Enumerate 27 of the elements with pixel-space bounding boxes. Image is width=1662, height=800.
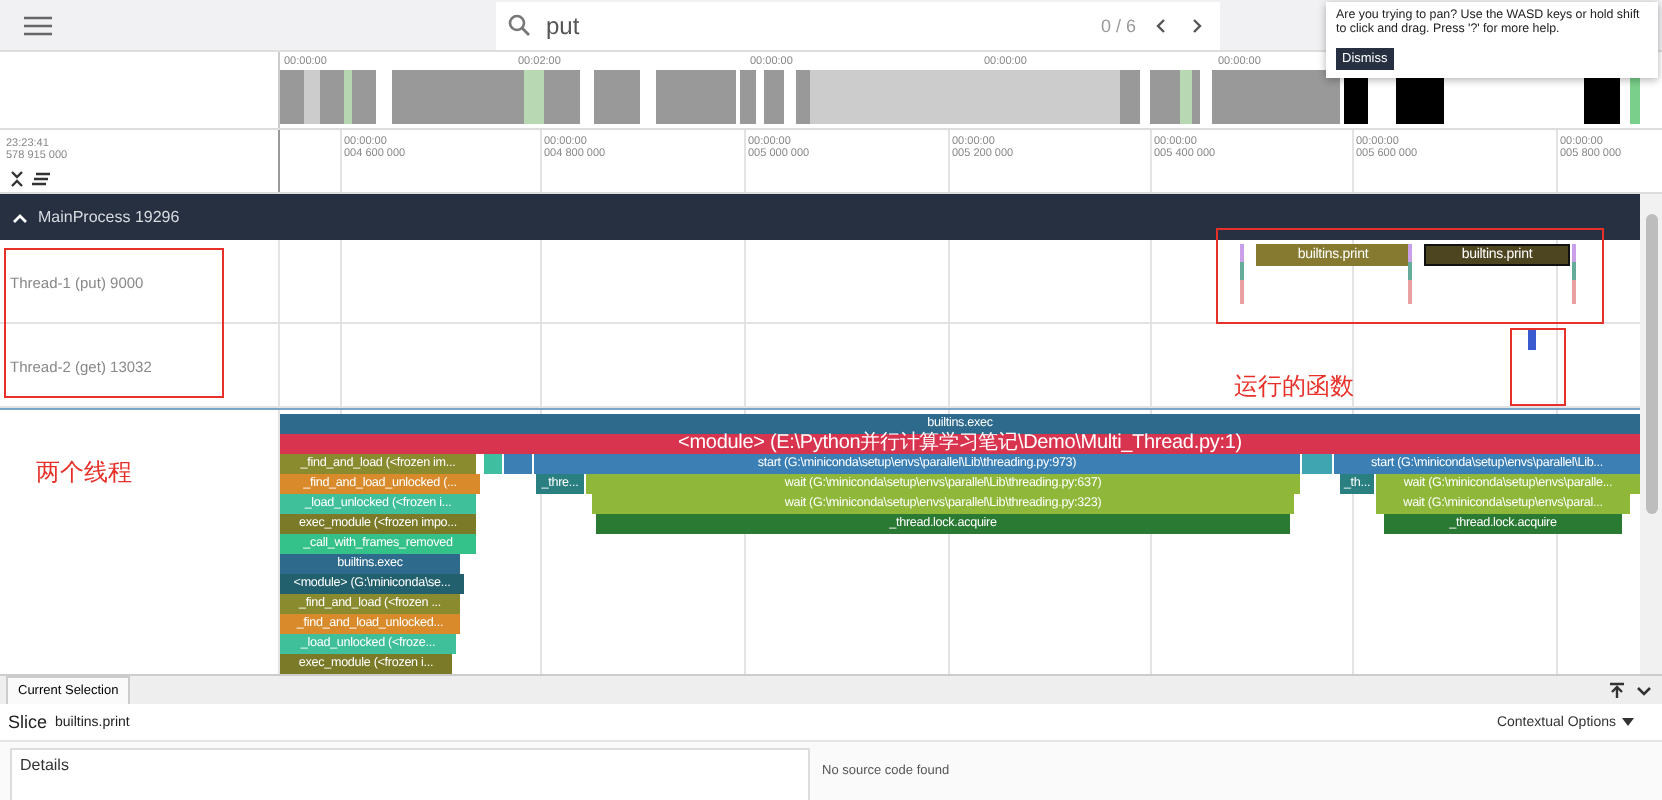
match-count: 0 / 6 [1100,15,1136,35]
annotation-text: 两个线程 [36,456,132,490]
scrollbar[interactable] [1640,194,1662,674]
list-icon[interactable] [32,170,50,188]
slice-marker [1240,244,1244,304]
search-input[interactable]: put [542,9,1089,41]
process-header[interactable]: MainProcess 19296 [0,194,1640,240]
chevron-right-icon [1189,17,1203,33]
slice-marker[interactable] [484,454,502,474]
details-heading: Details [20,756,69,774]
annotation-text: 运行的函数 [1234,370,1354,404]
search-field[interactable]: put 0 / 6 [496,1,1220,49]
slice-marker [1572,244,1576,304]
slice[interactable]: <module> (E:\Python并行计算学习笔记\Demo\Multi_Thread.py:1) [280,434,1640,454]
slice-marker[interactable] [1302,454,1332,474]
caret-icon [1622,717,1634,725]
pin-to-top-icon[interactable] [1608,682,1626,700]
slice-marker[interactable] [1528,328,1536,350]
search-icon [508,14,530,36]
slice-marker[interactable] [504,454,532,474]
process-name: MainProcess 19296 [38,208,180,226]
collapse-icon[interactable] [8,170,26,188]
chevron-down-icon[interactable] [1636,686,1652,698]
selection-type: Slice [8,712,48,732]
chevron-left-icon [1153,17,1167,33]
annotation-box [1510,328,1566,406]
slice-marker [1408,244,1412,304]
